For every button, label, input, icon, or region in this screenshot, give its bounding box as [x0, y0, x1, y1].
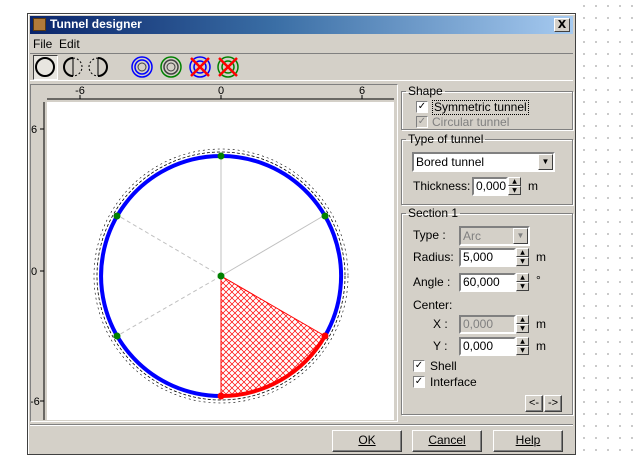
cancel-label: Cancel — [428, 433, 466, 447]
half-circle-right-shape-icon — [88, 57, 108, 77]
spin-down-icon[interactable]: ▼ — [516, 282, 529, 291]
x-tick-label-left: -6 — [75, 85, 85, 97]
spin-down-icon[interactable]: ▼ — [516, 257, 529, 266]
toolbar — [30, 53, 573, 81]
half-circle-shape-button[interactable] — [61, 55, 86, 80]
y-tick-label-bottom: -6 — [31, 396, 40, 408]
title-bar: Tunnel designer X — [30, 16, 573, 34]
delete-green-icon — [217, 56, 239, 78]
radius-input[interactable]: 5,000 — [459, 248, 516, 267]
x-tick-label-center: 0 — [218, 85, 224, 97]
tunnel-designer-window: Tunnel designer X File Edit -6 0 6 6 0 6… — [27, 13, 576, 455]
interface-checkbox[interactable]: ✓ — [413, 376, 425, 388]
half-circle-right-shape-button[interactable] — [86, 55, 111, 80]
help-button[interactable]: Help — [493, 430, 563, 452]
center-x-input: 0,000 — [459, 315, 516, 334]
window-title: Tunnel designer — [50, 17, 142, 31]
y-tick-label-center: 0 — [31, 266, 37, 278]
center-x-label: X : — [433, 317, 448, 331]
footer-separator — [30, 424, 573, 426]
background-dots — [578, 0, 638, 457]
angle-unit: ° — [536, 273, 541, 287]
node-top[interactable] — [217, 152, 225, 160]
ok-label: OK — [358, 433, 376, 447]
circle-shape-icon — [35, 57, 55, 77]
green-rings-button[interactable] — [159, 55, 184, 80]
node-lower-left[interactable] — [113, 332, 121, 340]
blue-rings-button[interactable] — [130, 55, 155, 80]
circular-tunnel-label: Circular tunnel — [432, 115, 510, 129]
ok-button[interactable]: OK — [332, 430, 402, 452]
menu-file[interactable]: File — [33, 37, 52, 51]
circular-tunnel-checkbox: ✓ — [416, 116, 428, 128]
cancel-button[interactable]: Cancel — [412, 430, 482, 452]
delete-blue-icon — [189, 56, 211, 78]
type-of-tunnel-legend: Type of tunnel — [408, 132, 484, 146]
center-x-unit: m — [536, 317, 546, 331]
node-bottom-selected[interactable] — [217, 392, 225, 400]
chevron-down-icon[interactable]: ▼ — [538, 154, 553, 170]
interface-label[interactable]: Interface — [430, 375, 477, 389]
close-button[interactable]: X — [554, 18, 570, 32]
help-label: Help — [515, 433, 541, 447]
angle-spinner[interactable]: ▲ ▼ — [516, 273, 529, 292]
shell-label[interactable]: Shell — [430, 359, 457, 373]
tunnel-type-value: Bored tunnel — [416, 155, 485, 169]
section-type-value: Arc — [463, 229, 481, 243]
section-type-select: Arc ▼ — [459, 226, 530, 246]
center-y-spinner[interactable]: ▲ ▼ — [516, 337, 529, 356]
spin-up-icon[interactable]: ▲ — [516, 337, 529, 346]
properties-panel: Shape ✓ Symmetric tunnel ✓ Circular tunn… — [399, 84, 575, 422]
node-upper-right[interactable] — [321, 212, 329, 220]
center-label: Center: — [413, 298, 453, 312]
shape-legend: Shape — [408, 84, 443, 98]
y-tick-label-top: 6 — [31, 124, 37, 136]
spin-up-icon[interactable]: ▲ — [508, 177, 521, 186]
type-label: Type : — [413, 228, 446, 242]
radius-spinner[interactable]: ▲ ▼ — [516, 248, 529, 267]
spin-down-icon[interactable]: ▼ — [508, 186, 521, 195]
angle-input[interactable]: 60,000 — [459, 273, 516, 292]
node-lower-right-selected[interactable] — [321, 332, 329, 340]
tunnel-plot[interactable]: -6 0 6 6 0 -6 — [31, 85, 397, 421]
center-y-input[interactable]: 0,000 — [459, 337, 516, 356]
spin-down-icon[interactable]: ▼ — [516, 346, 529, 355]
delete-blue-button[interactable] — [188, 55, 213, 80]
previous-section-button[interactable]: <- — [525, 395, 543, 412]
symmetric-tunnel-label[interactable]: Symmetric tunnel — [432, 100, 529, 115]
thickness-input[interactable]: 0,000 — [472, 177, 508, 196]
blue-rings-icon — [131, 56, 153, 78]
delete-green-button[interactable] — [216, 55, 241, 80]
app-icon — [33, 18, 46, 31]
section-legend: Section 1 — [408, 206, 459, 220]
radius-label: Radius: — [413, 250, 454, 264]
next-section-button[interactable]: -> — [544, 395, 562, 412]
thickness-spinner[interactable]: ▲ ▼ — [508, 177, 521, 196]
angle-label: Angle : — [413, 275, 451, 289]
menu-edit[interactable]: Edit — [59, 37, 80, 51]
symmetric-tunnel-checkbox[interactable]: ✓ — [416, 101, 428, 113]
radius-unit: m — [536, 250, 546, 264]
center-y-label: Y : — [433, 339, 448, 353]
half-circle-shape-icon — [63, 57, 83, 77]
chevron-down-icon: ▼ — [513, 228, 528, 244]
spin-up-icon[interactable]: ▲ — [516, 248, 529, 257]
spin-up-icon: ▲ — [516, 315, 529, 324]
x-tick-label-right: 6 — [359, 85, 365, 97]
shell-checkbox[interactable]: ✓ — [413, 360, 425, 372]
center-y-unit: m — [536, 339, 546, 353]
center-node[interactable] — [217, 272, 225, 280]
thickness-label: Thickness: — [413, 179, 471, 193]
green-rings-icon — [160, 56, 182, 78]
tunnel-plot-panel: -6 0 6 6 0 -6 — [30, 84, 398, 422]
tunnel-type-select[interactable]: Bored tunnel ▼ — [412, 152, 555, 172]
thickness-unit: m — [528, 179, 538, 193]
node-upper-left[interactable] — [113, 212, 121, 220]
center-x-spinner: ▲ ▼ — [516, 315, 529, 334]
menu-bar: File Edit — [30, 35, 573, 53]
spin-down-icon: ▼ — [516, 324, 529, 333]
circle-shape-button[interactable] — [33, 55, 58, 80]
spin-up-icon[interactable]: ▲ — [516, 273, 529, 282]
